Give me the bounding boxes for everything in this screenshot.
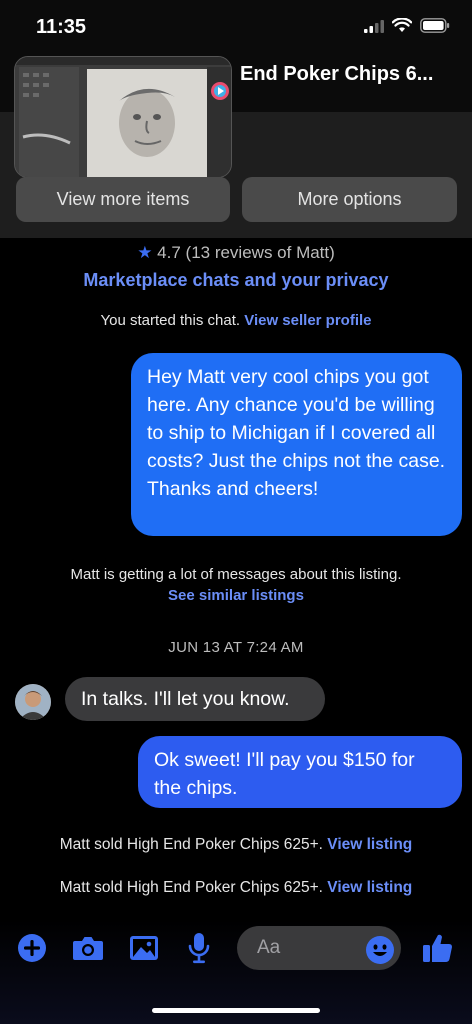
photo-icon[interactable] [128, 932, 160, 964]
status-icons [364, 18, 450, 33]
avatar-image [15, 684, 51, 720]
view-seller-profile-link[interactable]: View seller profile [244, 312, 371, 329]
rating-text: 4.7 (13 reviews of Matt) [157, 243, 335, 262]
thumbs-up-icon[interactable] [422, 932, 454, 964]
emoji-icon[interactable] [364, 934, 396, 966]
chat-started-notice: You started this chat. View seller profi… [0, 312, 472, 329]
avatar[interactable] [15, 684, 51, 720]
date-separator: JUN 13 AT 7:24 AM [168, 639, 304, 656]
status-time: 11:35 [36, 16, 87, 38]
sold-text: Matt sold High End Poker Chips 625+. [59, 879, 323, 896]
view-listing-link[interactable]: View listing [327, 836, 412, 853]
listing-header: End Poker Chips 6... View more items Mor… [0, 56, 472, 238]
view-listing-link[interactable]: View listing [327, 879, 412, 896]
plus-circle-icon[interactable] [16, 932, 48, 964]
home-indicator [152, 1008, 320, 1013]
star-icon: ★ [137, 243, 153, 262]
microphone-icon[interactable] [183, 932, 215, 964]
status-bar: 11:35 [0, 0, 472, 56]
camera-icon[interactable] [72, 932, 104, 964]
signal-icon [364, 19, 384, 33]
battery-icon [420, 18, 450, 33]
view-more-items-button[interactable]: View more items [16, 177, 230, 222]
sold-text: Matt sold High End Poker Chips 625+. [59, 836, 323, 853]
listing-notice: Matt is getting a lot of messages about … [70, 566, 402, 583]
chat-started-text: You started this chat. [100, 312, 241, 329]
outgoing-message[interactable]: Ok sweet! I'll pay you $150 for the chip… [138, 736, 462, 808]
more-options-button[interactable]: More options [242, 177, 457, 222]
sold-notice: Matt sold High End Poker Chips 625+. Vie… [0, 879, 472, 897]
listing-image [15, 57, 231, 177]
listing-title[interactable]: End Poker Chips 6... [240, 63, 466, 86]
outgoing-message[interactable]: Hey Matt very cool chips you got here. A… [131, 353, 462, 536]
seller-rating: ★ 4.7 (13 reviews of Matt) [0, 243, 472, 263]
wifi-icon [392, 18, 412, 32]
incoming-message[interactable]: In talks. I'll let you know. [65, 677, 325, 721]
listing-thumbnail[interactable] [14, 56, 232, 178]
sold-notice: Matt sold High End Poker Chips 625+. Vie… [0, 836, 472, 854]
privacy-link[interactable]: Marketplace chats and your privacy [0, 270, 472, 291]
see-similar-listings-link[interactable]: See similar listings [0, 587, 472, 604]
